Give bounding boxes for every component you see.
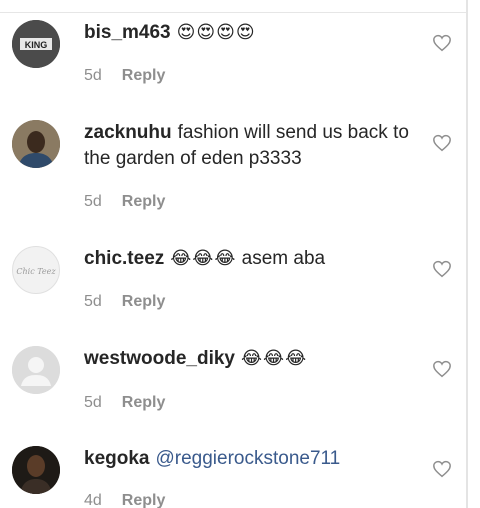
comment-username[interactable]: westwoode_diky — [84, 348, 235, 369]
comment-mention-link[interactable]: @reggierockstone711 — [155, 448, 340, 469]
avatar-logo-text: KING — [25, 40, 48, 50]
reply-button[interactable]: Reply — [122, 193, 166, 210]
scrollbar-track[interactable] — [466, 0, 468, 508]
avatar[interactable] — [12, 346, 60, 394]
comment-body: westwoode_diky 😂😂😂 — [84, 346, 419, 372]
comment-meta: 5d Reply — [84, 67, 165, 85]
comment-meta: 4d Reply — [84, 492, 165, 508]
comment-body: kegoka @reggierockstone711 — [84, 446, 419, 472]
reply-button[interactable]: Reply — [122, 492, 166, 508]
comment-age: 5d — [84, 394, 102, 411]
comment-body: zacknuhu fashion will send us back to the… — [84, 120, 419, 172]
comment-meta: 5d Reply — [84, 394, 165, 412]
comment-body: chic.teez 😂😂😂 asem aba — [84, 246, 419, 272]
comment-age: 5d — [84, 67, 102, 84]
comment-emojis: 😂😂😂 — [241, 348, 308, 369]
comment-age: 5d — [84, 193, 102, 210]
avatar[interactable] — [12, 120, 60, 168]
comment-emojis: 😍😍😍😍 — [176, 22, 256, 43]
avatar-logo-text: Chic Teez — [16, 267, 56, 276]
heart-outline-icon[interactable] — [432, 460, 452, 478]
heart-outline-icon[interactable] — [432, 34, 452, 52]
avatar[interactable]: Chic Teez — [12, 246, 60, 294]
reply-button[interactable]: Reply — [122, 394, 166, 411]
heart-outline-icon[interactable] — [432, 360, 452, 378]
comment-age: 5d — [84, 293, 102, 310]
heart-outline-icon[interactable] — [432, 134, 452, 152]
comment-age: 4d — [84, 492, 102, 508]
comment-username[interactable]: chic.teez — [84, 248, 164, 269]
reply-button[interactable]: Reply — [122, 293, 166, 310]
comment-text: asem aba — [241, 248, 326, 269]
avatar[interactable]: KING — [12, 20, 60, 68]
avatar[interactable] — [12, 446, 60, 494]
comment-emojis: 😂😂😂 — [170, 248, 237, 269]
reply-button[interactable]: Reply — [122, 67, 166, 84]
heart-outline-icon[interactable] — [432, 260, 452, 278]
comment-username[interactable]: zacknuhu — [84, 122, 172, 143]
comment-username[interactable]: bis_m463 — [84, 22, 171, 43]
comment-body: bis_m463 😍😍😍😍 — [84, 20, 419, 46]
comment-username[interactable]: kegoka — [84, 448, 149, 469]
top-divider — [0, 12, 466, 13]
comment-meta: 5d Reply — [84, 193, 165, 211]
comment-meta: 5d Reply — [84, 293, 165, 311]
